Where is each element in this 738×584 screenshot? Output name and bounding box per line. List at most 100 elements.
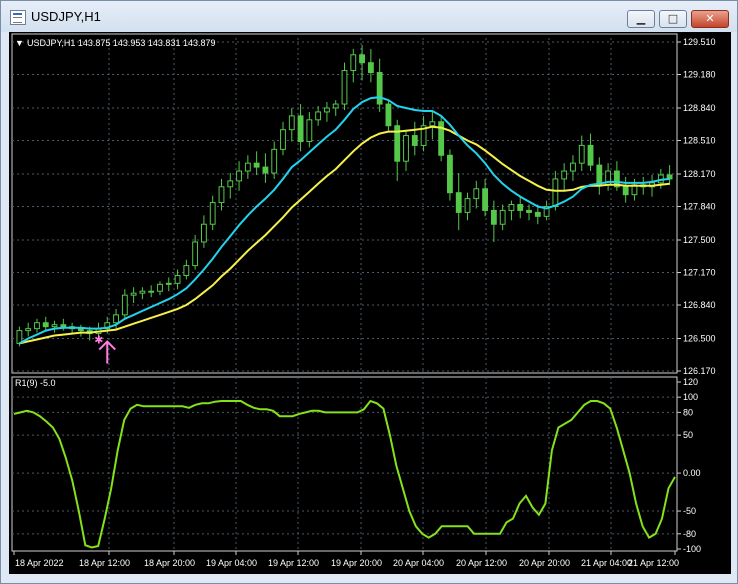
- time-tick-label: 19 Apr 20:00: [331, 558, 382, 568]
- candle-body-bull: [508, 204, 515, 211]
- candle-body-bull: [324, 107, 330, 113]
- candle-body-bear: [60, 324, 67, 328]
- price-tick-label: 126.840: [683, 300, 716, 310]
- candle-body-bull: [306, 119, 313, 142]
- price-tick-label: 126.170: [683, 366, 716, 376]
- price-tick-label: 128.170: [683, 169, 716, 179]
- candle-body-bear: [596, 164, 603, 186]
- maximize-button[interactable]: □: [659, 10, 687, 28]
- indicator-line: [13, 399, 676, 549]
- time-tick-label: 20 Apr 12:00: [456, 558, 507, 568]
- indicator-tick-label: 100: [683, 392, 698, 402]
- price-tick-label: 129.510: [683, 37, 716, 47]
- candle-body-bull: [174, 274, 181, 284]
- candle-body-bear: [77, 328, 84, 332]
- candle-body-bull: [473, 188, 480, 200]
- candle-body-bear: [534, 211, 541, 217]
- candle-body-bull: [552, 178, 559, 207]
- candle-body-bull: [429, 121, 436, 127]
- candle-body-bull: [130, 292, 137, 296]
- candle-body-bull: [25, 328, 32, 332]
- candle-body-bear: [526, 209, 532, 213]
- time-tick-label: 20 Apr 20:00: [519, 558, 570, 568]
- candle-body-bull: [183, 265, 190, 276]
- fast-moving-average-line: [18, 96, 670, 345]
- candle-body-bull: [499, 209, 506, 225]
- indicator-tick-label: 50: [683, 430, 693, 440]
- candle-body-bull: [121, 294, 128, 316]
- candle-body-bear: [42, 322, 49, 328]
- indicator-tick-label: 0.00: [683, 468, 701, 478]
- indicator-pane-frame: [11, 376, 678, 552]
- price-tick-label: 127.840: [683, 202, 716, 212]
- indicator-label: R1(9) -5.0: [15, 378, 56, 388]
- candle-body-bull: [332, 103, 339, 109]
- candle-body-bear: [359, 54, 365, 64]
- time-tick-label: 21 Apr 04:00: [581, 558, 632, 568]
- candle-body-bull: [271, 148, 278, 174]
- candle-body-bull: [192, 241, 199, 267]
- candle-body-bull: [578, 144, 585, 164]
- time-tick-label: 20 Apr 04:00: [393, 558, 444, 568]
- candle-body-bull: [403, 135, 409, 162]
- indicator-tick-label: -50: [683, 506, 696, 516]
- candle-body-bear: [482, 188, 489, 211]
- candle-body-bull: [148, 290, 155, 293]
- candle-body-bull: [288, 115, 295, 131]
- chart-window-icon: [10, 10, 26, 25]
- candle-body-bull: [113, 314, 119, 324]
- candle-body-bear: [411, 135, 418, 146]
- candle-body-bull: [227, 180, 234, 188]
- candle-body-bear: [587, 144, 594, 166]
- close-button[interactable]: ✕: [691, 10, 729, 28]
- candle-body-bear: [517, 204, 524, 211]
- price-tick-label: 129.180: [683, 70, 716, 80]
- candle-body-bull: [34, 322, 40, 330]
- candle-body-bull: [165, 282, 172, 285]
- candle-body-bear: [455, 192, 462, 213]
- window-title: USDJPY,H1: [31, 9, 101, 24]
- time-tick-label: 19 Apr 04:00: [206, 558, 257, 568]
- slow-moving-average-line: [19, 125, 670, 345]
- candle-body-bull: [218, 186, 225, 204]
- price-tick-label: 128.840: [683, 103, 716, 113]
- chart-area[interactable]: ✱ 129.510 129.180 128.840 128.510 128.170 127…: [9, 32, 731, 574]
- candle-body-bull: [464, 198, 471, 213]
- candle-body-bull: [157, 283, 163, 292]
- chart-menu-triangle-icon[interactable]: ▼: [15, 38, 24, 48]
- indicator-tick-label: -80: [683, 529, 696, 539]
- symbol-info-line: USDJPY,H1 143.875 143.953 143.831 143.87…: [27, 38, 216, 48]
- candle-body-bear: [376, 72, 383, 105]
- title-bar[interactable]: USDJPY,H1 ▁ □ ✕: [1, 1, 737, 32]
- candle-body-bear: [262, 166, 269, 174]
- price-tick-label: 127.170: [683, 267, 716, 277]
- price-tick-label: 128.510: [683, 136, 716, 146]
- candle-body-bull: [315, 111, 322, 121]
- candle-body-bear: [490, 209, 497, 225]
- candle-body-bear: [622, 186, 629, 196]
- candle-body-bear: [367, 62, 374, 74]
- candle-body-bull: [200, 223, 207, 243]
- candle-body-bull: [209, 202, 216, 225]
- candle-body-bear: [447, 154, 453, 194]
- candle-body-bull: [561, 170, 568, 180]
- time-tick-label: 18 Apr 2022: [15, 558, 64, 568]
- signal-star-icon: ✱: [94, 334, 103, 347]
- time-tick-label: 21 Apr 12:00: [628, 558, 679, 568]
- candle-body-bull: [570, 162, 576, 172]
- minimize-button[interactable]: ▁: [627, 10, 655, 28]
- indicator-tick-label: -100: [683, 544, 701, 554]
- candle-body-bear: [253, 162, 260, 168]
- price-tick-label: 126.500: [683, 333, 716, 343]
- candle-body-bull: [244, 162, 251, 172]
- price-chart[interactable]: ✱ 129.510 129.180 128.840 128.510 128.170 127…: [9, 32, 731, 574]
- candle-body-bear: [385, 103, 392, 127]
- time-tick-label: 19 Apr 12:00: [268, 558, 319, 568]
- indicator-tick-label: 120: [683, 377, 698, 387]
- candle-body-bull: [341, 70, 348, 105]
- candle-body-bull: [51, 324, 58, 328]
- indicator-tick-label: 80: [683, 407, 693, 417]
- candle-body-bull: [350, 54, 357, 72]
- candle-body-bull: [280, 129, 286, 150]
- time-tick-label: 18 Apr 20:00: [144, 558, 195, 568]
